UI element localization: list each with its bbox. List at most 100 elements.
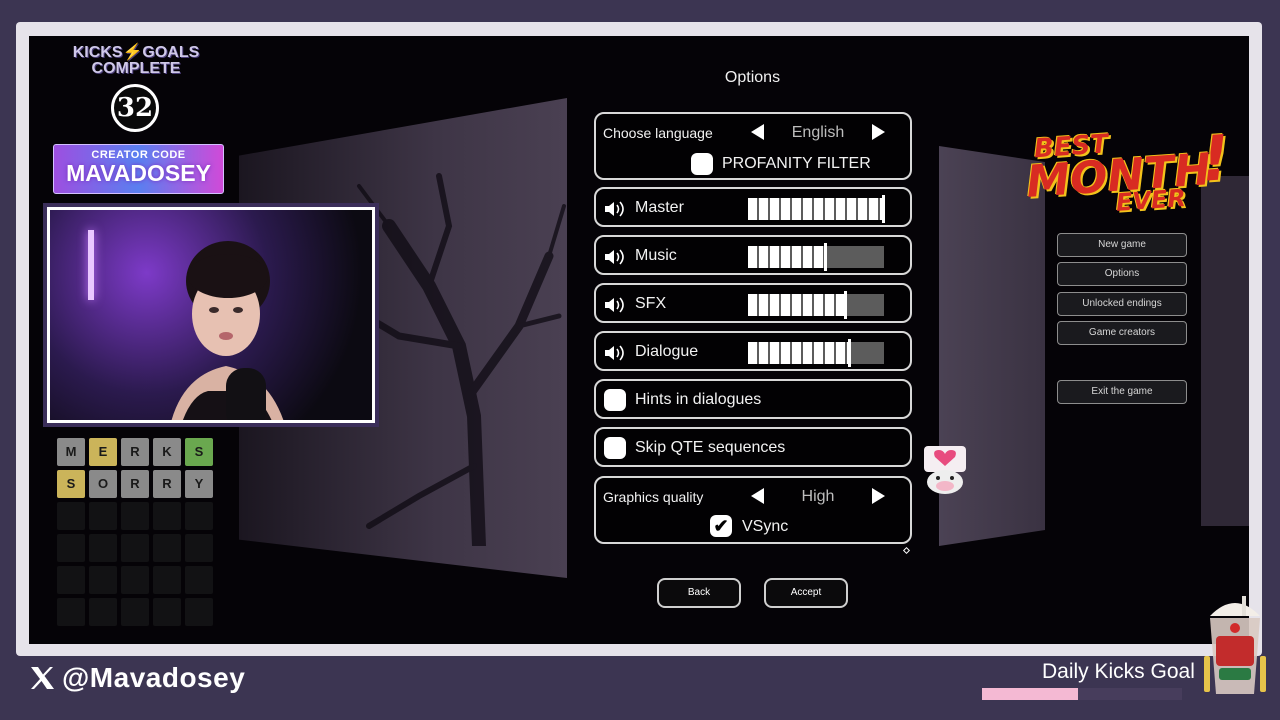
daily-kicks-goal-progress [982, 688, 1182, 700]
graphics-quality-label: Graphics quality [603, 489, 704, 505]
slider-knob[interactable] [844, 291, 847, 319]
skip-qte-row: Skip QTE sequences [594, 427, 912, 467]
language-value: English [791, 124, 845, 141]
dialogue-volume-row: Dialogue [594, 331, 912, 371]
webcam-feed [47, 207, 375, 423]
graphics-quality-value: High [801, 488, 835, 505]
creator-code-value: MAVADOSEY [66, 160, 211, 186]
slider-fill [748, 294, 846, 316]
wordle-tile: S [57, 470, 85, 498]
dialogue-label: Dialogue [635, 343, 699, 360]
music-volume-row: Music [594, 235, 912, 275]
speaker-icon [605, 249, 624, 265]
wordle-tile: R [121, 438, 149, 466]
sfx-volume-slider[interactable] [748, 291, 884, 319]
music-volume-slider[interactable] [748, 243, 884, 271]
microphone-icon [226, 368, 266, 420]
main-options-button[interactable]: Options [1057, 262, 1187, 286]
master-label: Master [635, 199, 684, 216]
wordle-empty-tile [153, 598, 181, 626]
slider-knob[interactable] [848, 339, 851, 367]
game-creators-button[interactable]: Game creators [1057, 321, 1187, 345]
wordle-empty-tile [153, 566, 181, 594]
creator-code-banner: CREATOR CODE MAVADOSEY [53, 144, 224, 194]
daily-kicks-goal-label: Daily Kicks Goal [1042, 660, 1195, 683]
wordle-empty-tile [121, 502, 149, 530]
language-label: Choose language [603, 125, 713, 141]
wordle-empty-tile [153, 502, 181, 530]
language-next-arrow-icon[interactable] [872, 124, 885, 140]
social-handle-text: @Mavadosey [62, 662, 246, 693]
wordle-empty-tile [89, 534, 117, 562]
unlocked-endings-button[interactable]: Unlocked endings [1057, 292, 1187, 316]
wordle-empty-tile [185, 534, 213, 562]
slider-fill [748, 342, 850, 364]
slider-knob[interactable] [882, 195, 885, 223]
wordle-tile: K [153, 438, 181, 466]
wordle-empty-tile [185, 566, 213, 594]
slider-fill [748, 198, 884, 220]
dialogue-volume-slider[interactable] [748, 339, 884, 367]
hints-label: Hints in dialogues [635, 391, 762, 408]
game-logo: BEST MONTH EVER ! [1019, 121, 1235, 225]
wordle-empty-tile [185, 598, 213, 626]
wordle-empty-tile [121, 566, 149, 594]
wordle-tile: R [153, 470, 181, 498]
graphics-next-arrow-icon[interactable] [872, 488, 885, 504]
wordle-empty-tile [89, 598, 117, 626]
sfx-label: SFX [635, 295, 667, 312]
kicks-goals-line2: COMPLETE [91, 60, 181, 77]
kicks-goals-line1: KICKS⚡GOALS [72, 44, 200, 61]
vsync-label: VSync [742, 518, 789, 535]
logo-line3: EVER [1115, 183, 1187, 217]
speaker-icon [605, 201, 624, 217]
skip-qte-checkbox[interactable] [604, 437, 626, 459]
master-volume-slider[interactable] [748, 195, 885, 223]
social-handle: @Mavadosey [28, 662, 245, 694]
music-label: Music [635, 247, 677, 264]
progress-fill [982, 688, 1078, 700]
skip-qte-label: Skip QTE sequences [635, 439, 786, 456]
graphics-panel: Graphics quality High ✔ VSync [594, 476, 912, 544]
profanity-filter-checkbox[interactable] [691, 153, 713, 175]
profanity-filter-label: PROFANITY FILTER [722, 155, 871, 172]
language-panel: Choose language English PROFANITY FILTER [594, 112, 912, 180]
speaker-icon [605, 297, 624, 313]
slider-knob[interactable] [824, 243, 827, 271]
wordle-empty-tile [89, 566, 117, 594]
kicks-goals-header: KICKS⚡GOALS COMPLETE [62, 45, 210, 77]
x-logo-icon [31, 667, 54, 689]
wordle-tile: E [89, 438, 117, 466]
new-game-button[interactable]: New game [1057, 233, 1187, 257]
wordle-empty-tile [57, 534, 85, 562]
hints-row: Hints in dialogues [594, 379, 912, 419]
accept-button[interactable]: Accept [764, 578, 848, 608]
wordle-empty-tile [121, 598, 149, 626]
master-volume-row: Master [594, 187, 912, 227]
graphics-prev-arrow-icon[interactable] [751, 488, 764, 504]
wordle-empty-tile [57, 502, 85, 530]
language-prev-arrow-icon[interactable] [751, 124, 764, 140]
slider-fill [748, 246, 826, 268]
neon-light [88, 230, 94, 300]
wordle-empty-tile [89, 502, 117, 530]
exit-game-button[interactable]: Exit the game [1057, 380, 1187, 404]
logo-bang: ! [1198, 120, 1232, 196]
wordle-tile: S [185, 438, 213, 466]
wordle-tile: O [89, 470, 117, 498]
background-wall-far [1201, 176, 1249, 526]
vsync-checkbox[interactable]: ✔ [710, 515, 732, 537]
hints-checkbox[interactable] [604, 389, 626, 411]
wordle-empty-tile [121, 534, 149, 562]
webcam-frame [43, 203, 379, 427]
sfx-volume-row: SFX [594, 283, 912, 323]
wordle-empty-tile [57, 598, 85, 626]
wordle-empty-tile [185, 502, 213, 530]
wordle-empty-tile [153, 534, 181, 562]
cow-heart-sticker-icon [924, 446, 966, 494]
wordle-empty-tile [57, 566, 85, 594]
moo-juice-logo-icon [1204, 596, 1266, 694]
back-button[interactable]: Back [657, 578, 741, 608]
wordle-tile: R [121, 470, 149, 498]
speaker-icon [605, 345, 624, 361]
